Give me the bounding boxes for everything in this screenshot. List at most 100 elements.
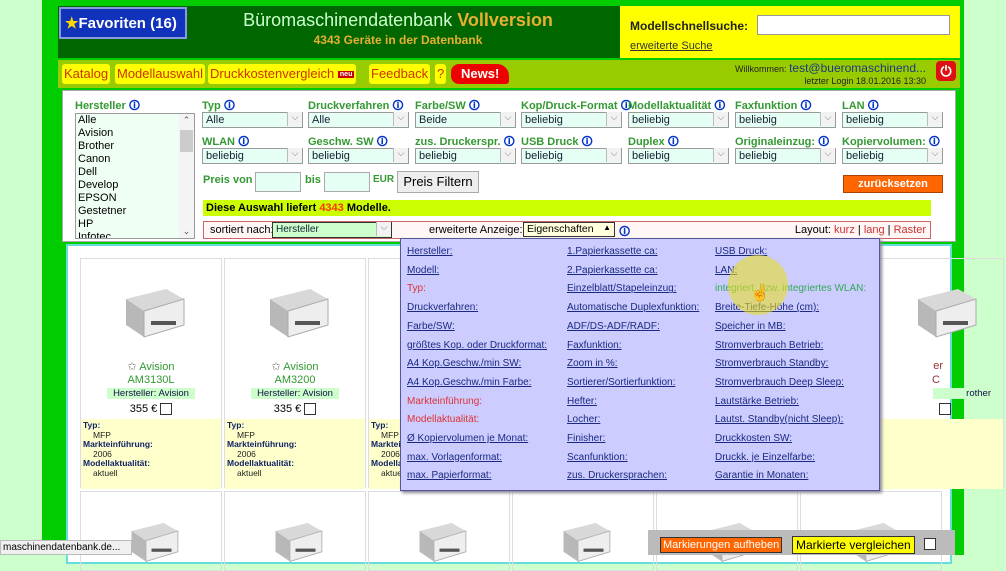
property-link[interactable]: Stromverbrauch Deep Sleep:	[715, 377, 844, 388]
hersteller-option[interactable]: EPSON	[78, 192, 194, 205]
hersteller-option[interactable]: Brother	[78, 140, 194, 153]
scrollbar[interactable]: ⌃ ⌄	[179, 114, 194, 238]
news-button[interactable]: News!	[451, 64, 510, 84]
compare-checkbox[interactable]	[160, 403, 173, 416]
property-link[interactable]: Sortierer/Sortierfunktion:	[567, 377, 675, 388]
filter-select[interactable]: beliebig	[735, 148, 836, 164]
property-link[interactable]: Speicher in MB:	[715, 321, 786, 332]
filter-select[interactable]: Beide	[415, 112, 516, 128]
hersteller-option[interactable]: Gestetner	[78, 205, 194, 218]
hersteller-listbox[interactable]: ⌃ ⌄ Alle Avision Brother Canon Dell Develop EPSO…	[75, 113, 195, 239]
property-link[interactable]: Hefter:	[567, 396, 597, 407]
property-link[interactable]: Lautstärke Betrieb:	[715, 396, 799, 407]
filter-select[interactable]: beliebig	[842, 112, 943, 128]
property-link[interactable]: Modell:	[407, 265, 439, 276]
layout-kurz[interactable]: kurz	[834, 224, 855, 236]
property-link[interactable]: Lautst. Standby(nicht Sleep):	[715, 414, 843, 425]
property-link[interactable]: Garantie in Monaten:	[715, 470, 808, 481]
property-link[interactable]: Ø Kopiervolumen je Monat:	[407, 433, 528, 444]
filter-select[interactable]: beliebig	[628, 148, 729, 164]
property-link[interactable]: ADF/DS-ADF/RADF:	[567, 321, 660, 332]
hersteller-option[interactable]: Canon	[78, 153, 194, 166]
layout-raster[interactable]: Raster	[894, 224, 926, 236]
product-image[interactable]	[908, 269, 983, 344]
clear-marks-button[interactable]: Markierungen aufheben	[660, 537, 783, 553]
favorites-button[interactable]: ★Favoriten (16)	[59, 7, 187, 39]
property-link[interactable]: 1.Papierkassette ca:	[567, 246, 658, 257]
property-link[interactable]: A4 Kop.Geschw./min SW:	[407, 358, 521, 369]
filter-select[interactable]: Alle	[202, 112, 303, 128]
property-link[interactable]: 2.Papierkassette ca:	[567, 265, 658, 276]
product-card[interactable]: ✩ Avision AM3130L Hersteller: Avision 35…	[80, 258, 222, 489]
compare-checkbox[interactable]	[939, 403, 951, 416]
menu-druckkostenvergleich[interactable]: Druckkostenvergleich neu	[208, 64, 357, 84]
property-link[interactable]: Stromverbrauch Betrieb:	[715, 340, 823, 351]
hersteller-option[interactable]: Develop	[78, 179, 194, 192]
product-image[interactable]	[116, 507, 191, 567]
filter-select[interactable]: beliebig	[735, 112, 836, 128]
property-link[interactable]: A4 Kop.Geschw./min Farbe:	[407, 377, 532, 388]
hersteller-option[interactable]: Infotec	[78, 231, 194, 238]
property-link[interactable]: max. Papierformat:	[407, 470, 491, 481]
quick-search-input[interactable]	[757, 15, 950, 35]
hersteller-option[interactable]: HP	[78, 218, 194, 231]
menu-katalog[interactable]: Katalog	[62, 64, 111, 84]
property-link[interactable]: zus. Druckersprachen:	[567, 470, 667, 481]
filter-select[interactable]: beliebig	[521, 112, 622, 128]
property-link[interactable]: Druckkosten SW:	[715, 433, 792, 444]
advanced-search-link[interactable]: erweiterte Suche	[630, 40, 713, 52]
filter-select[interactable]: beliebig	[521, 148, 622, 164]
favorite-star-icon[interactable]: ✩	[128, 361, 137, 373]
logout-power-icon[interactable]: ⏻	[936, 61, 956, 81]
product-card[interactable]	[80, 491, 222, 571]
filter-select[interactable]: beliebig	[415, 148, 516, 164]
price-filter-button[interactable]: Preis Filtern	[397, 171, 479, 193]
product-card[interactable]	[512, 491, 654, 571]
hersteller-option[interactable]: Alle	[78, 114, 194, 127]
hersteller-option[interactable]: Dell	[78, 166, 194, 179]
favorite-star-icon[interactable]: ✩	[272, 361, 281, 373]
product-card[interactable]	[224, 491, 366, 571]
filter-select[interactable]: beliebig	[308, 148, 409, 164]
product-image[interactable]	[116, 269, 191, 344]
menu-modellauswahl[interactable]: Modellauswahl	[115, 64, 205, 84]
property-link[interactable]: Druckverfahren:	[407, 302, 478, 313]
sort-select[interactable]: Hersteller	[272, 222, 392, 238]
price-to-input[interactable]	[324, 172, 370, 192]
property-link[interactable]: Hersteller:	[407, 246, 453, 257]
product-card[interactable]: er C rother	[862, 258, 1004, 489]
compare-marked-button[interactable]: Markierte vergleichen	[792, 536, 915, 554]
property-link[interactable]: Locher:	[567, 414, 600, 425]
property-link[interactable]: Zoom in %:	[567, 358, 618, 369]
property-link[interactable]: größtes Kop. oder Druckformat:	[407, 340, 547, 351]
compare-checkbox[interactable]	[924, 538, 936, 550]
model-name[interactable]: AM3200	[225, 374, 365, 386]
filter-select[interactable]: beliebig	[202, 148, 303, 164]
property-link[interactable]: Faxfunktion:	[567, 340, 621, 351]
property-link[interactable]: Einzelblatt/Stapeleinzug:	[567, 283, 677, 294]
compare-checkbox[interactable]	[304, 403, 317, 416]
property-link[interactable]: max. Vorlagenformat:	[407, 452, 502, 463]
extended-view-select[interactable]: Eigenschaften ▲	[523, 222, 615, 237]
layout-lang[interactable]: lang	[864, 224, 885, 236]
property-link[interactable]: Scanfunktion:	[567, 452, 628, 463]
property-link[interactable]: Markteinführung:	[407, 396, 482, 407]
property-link[interactable]: Automatische Duplexfunktion:	[567, 302, 699, 313]
property-link[interactable]: Finisher:	[567, 433, 605, 444]
menu-feedback[interactable]: Feedback	[369, 64, 431, 84]
filter-select[interactable]: beliebig	[842, 148, 943, 164]
hersteller-option[interactable]: Avision	[78, 127, 194, 140]
property-link[interactable]: Druckk. je Einzelfarbe:	[715, 452, 815, 463]
reset-button[interactable]: zurücksetzen	[843, 175, 943, 193]
product-image[interactable]	[260, 269, 335, 344]
property-link[interactable]: Farbe/SW:	[407, 321, 455, 332]
product-image[interactable]	[260, 507, 335, 567]
model-name[interactable]: AM3130L	[81, 374, 221, 386]
property-link[interactable]: Stromverbrauch Standby:	[715, 358, 828, 369]
property-link[interactable]: Typ:	[407, 283, 426, 294]
product-card[interactable]: ✩ Avision AM3200 Hersteller: Avision 335…	[224, 258, 366, 489]
filter-select[interactable]: Alle	[308, 112, 409, 128]
property-link[interactable]: Modellaktualität:	[407, 414, 479, 425]
price-from-input[interactable]	[255, 172, 301, 192]
filter-select[interactable]: beliebig	[628, 112, 729, 128]
